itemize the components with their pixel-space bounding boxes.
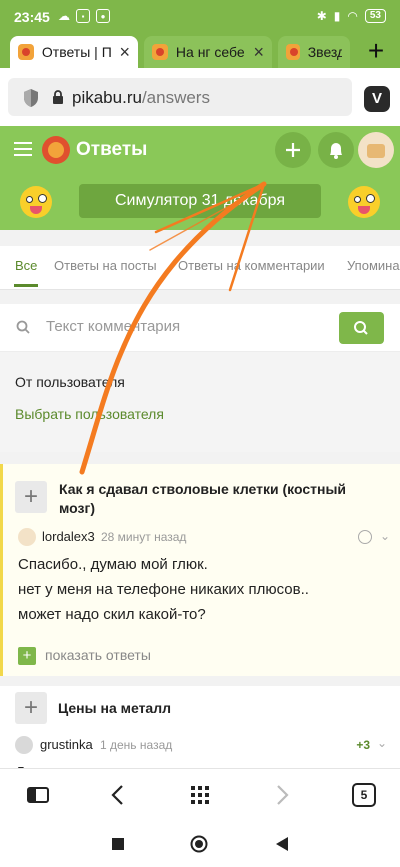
page-title: Ответы xyxy=(76,139,148,160)
url-domain: pikabu.ru xyxy=(72,88,142,107)
plus-icon xyxy=(286,143,300,157)
user-filter: От пользователя Выбрать пользователя xyxy=(0,352,400,452)
browser-tab[interactable]: На нг себе × xyxy=(144,36,272,68)
post-title-link[interactable]: Как я сдавал стволовые клетки (костный м… xyxy=(59,480,379,518)
clock-icon xyxy=(358,530,372,544)
wifi-icon: ◠ xyxy=(347,9,358,23)
comment-text: Спасибо., думаю мой глюк. нет у меня на … xyxy=(18,552,309,627)
answers-filter-tabs: Все Ответы на посты Ответы на комментари… xyxy=(0,230,400,290)
expand-post-button[interactable]: + xyxy=(15,481,47,513)
speed-dial-icon[interactable] xyxy=(188,783,212,807)
comment-card: + Цены на металл grustinka 1 день назад … xyxy=(0,686,400,776)
status-time: 23:45 xyxy=(14,9,50,25)
comment-line: Спасибо., думаю мой глюк. xyxy=(18,556,208,573)
bell-icon xyxy=(330,143,342,159)
back-icon[interactable] xyxy=(107,783,131,807)
cloud-icon: ☁ xyxy=(58,9,70,23)
site-header: Ответы Симулятор 31 декабря xyxy=(0,126,400,230)
url-field[interactable]: pikabu.ru/answers xyxy=(8,78,352,116)
comment-author[interactable]: lordalex3 xyxy=(42,529,95,544)
panel-icon[interactable] xyxy=(26,783,50,807)
browser-tab-strip: Ответы | Пикабу × На нг себе × Звезд + xyxy=(0,34,400,68)
search-icon xyxy=(354,321,368,335)
user-filter-label: От пользователя xyxy=(15,374,125,390)
browser-tab-label: Звезд xyxy=(307,44,342,60)
tab-switcher-button[interactable]: 5 xyxy=(352,783,376,807)
simulator-banner-button[interactable]: Симулятор 31 декабря xyxy=(79,184,321,218)
address-bar: pikabu.ru/answers V xyxy=(0,68,400,126)
notification-box-icon: ▪ xyxy=(76,9,90,23)
comment-card: + Как я сдавал стволовые клетки (костный… xyxy=(0,464,400,676)
comment-score: +3 xyxy=(356,738,370,752)
comment-time: 1 день назад xyxy=(100,738,173,752)
android-nav-bar xyxy=(0,822,400,867)
pikabu-favicon-icon xyxy=(18,44,34,60)
expand-post-button[interactable]: + xyxy=(15,692,47,724)
notifications-button[interactable] xyxy=(318,132,354,168)
browser-tab-label: Ответы | Пикабу xyxy=(41,44,112,60)
browser-tab[interactable]: Звезд xyxy=(278,36,350,68)
url-text: pikabu.ru/answers xyxy=(72,88,210,108)
comment-line: может надо скил какой-то? xyxy=(18,606,206,623)
browser-toolbar: 5 xyxy=(0,768,400,822)
avatar[interactable] xyxy=(18,528,36,546)
pikabu-logo[interactable] xyxy=(42,136,70,164)
close-icon[interactable]: × xyxy=(253,42,264,63)
app-notification-icon: ● xyxy=(96,9,110,23)
crazy-face-emoji-icon xyxy=(348,186,380,218)
comment-search: Текст комментария xyxy=(0,304,400,352)
user-avatar[interactable] xyxy=(358,132,394,168)
new-tab-button[interactable]: + xyxy=(360,36,392,68)
status-system-icons: ✱ ▮ ◠ 53 xyxy=(317,9,386,23)
show-replies-icon[interactable]: + xyxy=(18,647,36,665)
search-input[interactable]: Текст комментария xyxy=(46,318,180,335)
avatar[interactable] xyxy=(15,736,33,754)
lock-icon xyxy=(53,90,63,104)
home-icon[interactable] xyxy=(190,835,208,853)
comment-line: нет у меня на телефоне никаких плюсов.. xyxy=(18,581,309,598)
vivaldi-menu-icon[interactable]: V xyxy=(364,86,390,112)
battery-indicator: 53 xyxy=(364,9,386,23)
close-icon[interactable]: × xyxy=(119,42,130,63)
crazy-face-emoji-icon xyxy=(20,186,52,218)
tab-mentions[interactable]: Упомина xyxy=(347,258,400,273)
comment-time: 28 минут назад xyxy=(101,530,187,544)
tab-all[interactable]: Все xyxy=(15,258,37,273)
browser-tab-active[interactable]: Ответы | Пикабу × xyxy=(10,36,138,68)
tab-post-replies[interactable]: Ответы на посты xyxy=(54,258,157,273)
show-replies-link[interactable]: показать ответы xyxy=(45,647,151,663)
shield-icon[interactable] xyxy=(22,88,40,108)
search-button[interactable] xyxy=(339,312,384,344)
forward-icon[interactable] xyxy=(269,783,293,807)
back-triangle-icon[interactable] xyxy=(275,836,289,852)
bluetooth-icon: ✱ xyxy=(316,9,327,23)
search-icon xyxy=(16,320,30,334)
chevron-down-icon[interactable]: ⌄ xyxy=(377,736,387,750)
pikabu-favicon-icon xyxy=(152,44,168,60)
status-bar: 23:45 ☁ ▪ ● ✱ ▮ ◠ 53 xyxy=(0,0,400,34)
select-user-link[interactable]: Выбрать пользователя xyxy=(15,406,164,422)
add-post-button[interactable] xyxy=(275,132,311,168)
pikabu-favicon-icon xyxy=(286,44,300,60)
hamburger-menu-icon[interactable] xyxy=(14,142,32,156)
browser-tab-label: На нг себе xyxy=(175,44,245,60)
url-path: /answers xyxy=(141,88,210,107)
active-tab-underline xyxy=(14,284,38,287)
recents-icon[interactable] xyxy=(112,838,124,850)
post-title-link[interactable]: Цены на металл xyxy=(58,699,171,718)
signal-icon: ▮ xyxy=(333,9,341,23)
tab-comment-replies[interactable]: Ответы на комментарии xyxy=(178,258,325,273)
status-notification-icons: ☁ ▪ ● xyxy=(58,9,110,23)
comment-author[interactable]: grustinka xyxy=(40,737,93,752)
chevron-down-icon[interactable]: ⌄ xyxy=(380,529,390,543)
